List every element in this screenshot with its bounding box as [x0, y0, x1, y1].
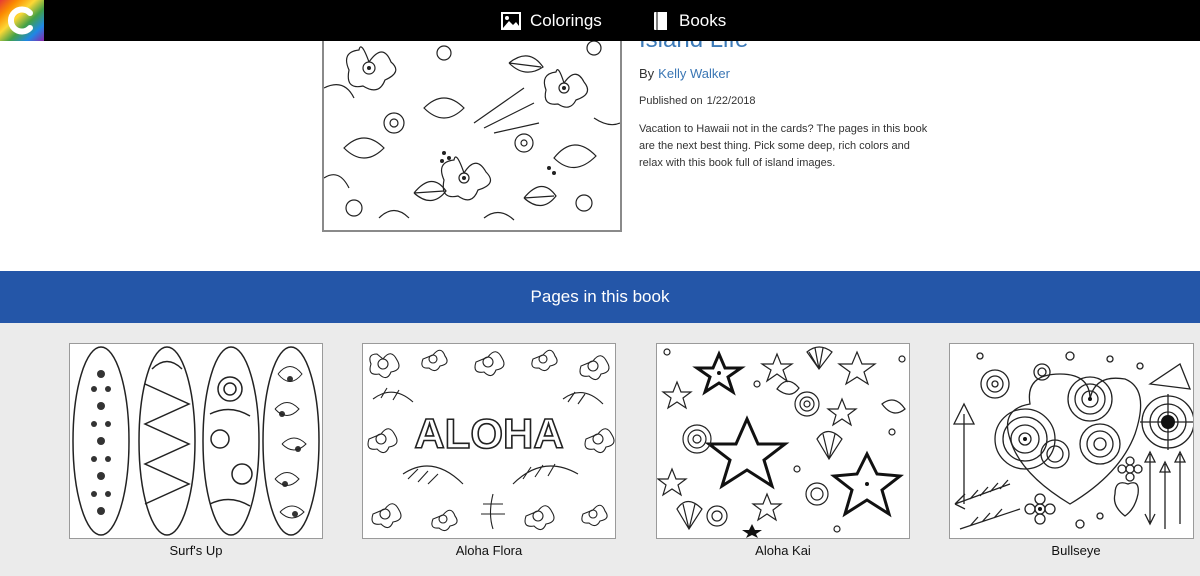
aloha-art-text: ALOHA [414, 410, 563, 457]
page-card-bullseye[interactable]: Bullseye [949, 343, 1200, 558]
nav-books[interactable]: Books [652, 0, 726, 41]
top-nav-bar: Colorings Books [0, 0, 1200, 41]
book-description: Vacation to Hawaii not in the cards? The… [639, 123, 928, 169]
page-card-title[interactable]: Aloha Flora [362, 543, 616, 558]
page-card-aloha-kai[interactable]: Aloha Kai [656, 343, 910, 558]
page-thumbnail[interactable] [69, 343, 323, 539]
page-thumbnail[interactable]: ALOHA [362, 343, 616, 539]
pages-grid: Surf's Up ALOHA Aloha Flora Aloha Kai Bu… [0, 323, 1200, 576]
nav-colorings-label: Colorings [530, 10, 602, 30]
book-icon [654, 11, 667, 30]
page-card-title[interactable]: Aloha Kai [656, 543, 910, 558]
site-logo[interactable] [0, 0, 44, 41]
page-card-surfs-up[interactable]: Surf's Up [69, 343, 323, 558]
book-byline: By Kelly Walker [639, 66, 730, 81]
published-info: Published on 1/22/2018 [639, 95, 756, 107]
published-label: Published on [639, 95, 703, 107]
page-card-title[interactable]: Surf's Up [69, 543, 323, 558]
image-icon [501, 11, 521, 30]
rainbow-logo-icon [0, 0, 44, 41]
pages-section-title: Pages in this book [530, 287, 670, 306]
author-link[interactable]: Kelly Walker [658, 66, 730, 81]
page-thumbnail[interactable] [949, 343, 1194, 539]
published-date: 1/22/2018 [706, 95, 756, 107]
page-card-title[interactable]: Bullseye [949, 543, 1200, 558]
page-thumbnail[interactable] [656, 343, 910, 539]
nav-books-label: Books [679, 10, 727, 30]
by-label: By [639, 66, 655, 81]
book-cover-image [322, 26, 622, 232]
page-card-aloha-flora[interactable]: ALOHA Aloha Flora [362, 343, 616, 558]
nav-colorings[interactable]: Colorings [501, 0, 602, 41]
pages-section-header: Pages in this book [0, 271, 1200, 323]
